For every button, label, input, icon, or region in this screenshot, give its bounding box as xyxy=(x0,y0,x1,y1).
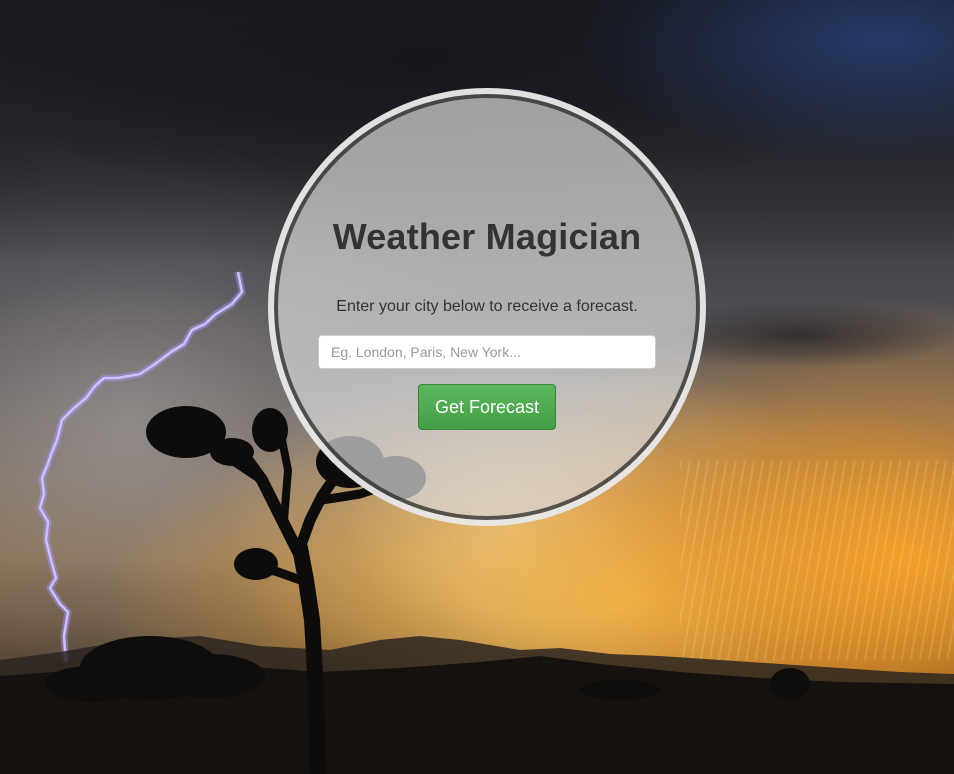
lightning-bolt xyxy=(38,271,244,663)
lightning-glow xyxy=(36,271,246,663)
forecast-panel-content: Weather Magician Enter your city below t… xyxy=(274,94,700,520)
instructions-text: Enter your city below to receive a forec… xyxy=(336,298,638,315)
forecast-panel: Weather Magician Enter your city below t… xyxy=(268,88,706,526)
background-scene: Weather Magician Enter your city below t… xyxy=(0,0,954,774)
get-forecast-button[interactable]: Get Forecast xyxy=(418,384,556,430)
page-title: Weather Magician xyxy=(332,216,642,257)
city-search-input[interactable] xyxy=(318,335,656,369)
